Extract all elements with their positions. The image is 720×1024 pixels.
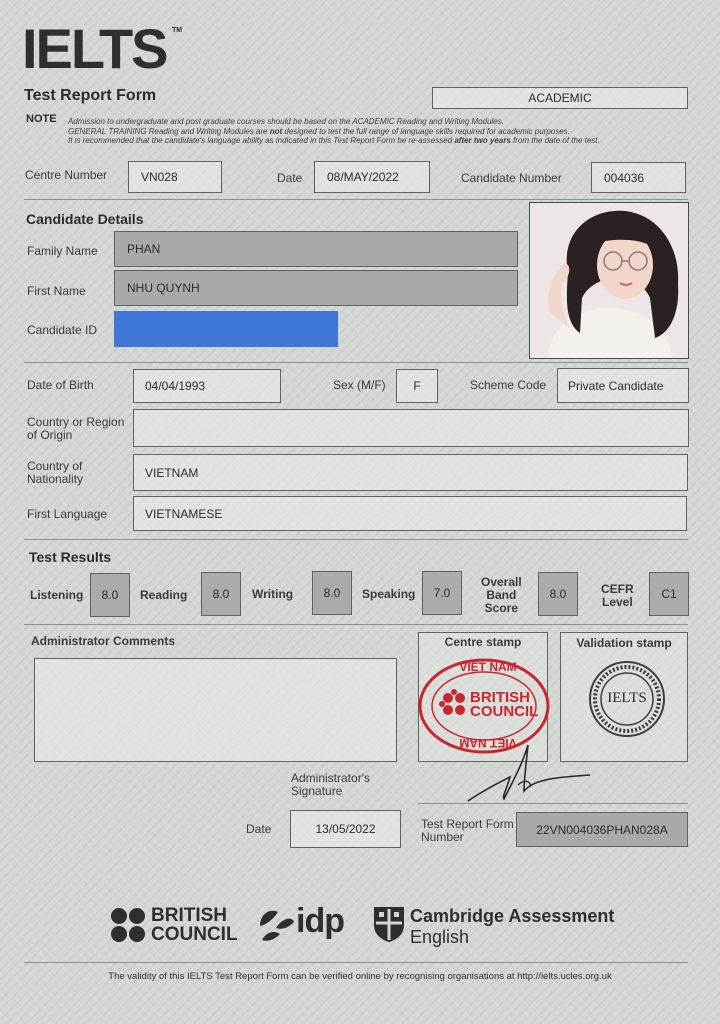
centre-stamp-label: Centre stamp: [444, 635, 522, 649]
scheme-code-label: Scheme Code: [470, 378, 547, 392]
candidate-number-field: 004036: [591, 162, 686, 193]
note-line-3: It is recommended that the candidate's l…: [68, 136, 698, 146]
module-field: ACADEMIC: [432, 87, 688, 109]
note-line-3a: It is recommended that the candidate's l…: [68, 136, 455, 145]
note-line-3b: after two years: [454, 136, 511, 145]
divider: [24, 539, 688, 540]
test-results-title: Test Results: [29, 549, 112, 565]
divider: [24, 624, 688, 625]
candidate-number-label: Candidate Number: [461, 171, 562, 185]
admin-date-field: 13/05/2022: [290, 810, 401, 848]
signature-label: Administrator's Signature: [291, 772, 370, 798]
admin-comments-label: Administrator Comments: [31, 634, 176, 648]
trademark: TM: [172, 27, 183, 34]
nationality-field: VIETNAM: [133, 454, 688, 491]
british-council-logo-icon: [109, 906, 147, 944]
date-label: Date: [277, 171, 303, 185]
cefr-label-line2: Level: [601, 595, 633, 609]
admin-comments-field: [34, 658, 397, 762]
centre-number-field: VN028: [128, 161, 222, 193]
trf-number-label: Test Report Form Number: [421, 818, 514, 844]
note-text: Admission to undergraduate and post grad…: [68, 117, 698, 146]
note-line-2: GENERAL TRAINING Reading and Writing Mod…: [68, 127, 698, 137]
speaking-score: 7.0: [422, 571, 462, 615]
family-name-field: PHAN: [114, 231, 518, 267]
scheme-code-field: Private Candidate: [557, 368, 689, 403]
signature-graphic: [467, 744, 591, 802]
nationality-label: Country of Nationality: [27, 460, 83, 486]
stamp-mid-line2: COUNCIL: [470, 703, 539, 720]
british-council-logo-text: BRITISH COUNCIL: [151, 906, 238, 944]
dob-field: 04/04/1993: [133, 369, 281, 403]
candidate-photo-image: [530, 203, 688, 358]
validation-stamp-label: Validation stamp: [576, 636, 672, 650]
country-origin-field: [133, 409, 689, 447]
overall-band-label: Overall Band Score: [481, 576, 522, 615]
first-name-label: First Name: [27, 284, 86, 298]
trf-label-line2: Number: [421, 830, 464, 844]
cambridge-shield-icon: [372, 905, 406, 943]
trf-number-field: 22VN004036PHAN028A: [516, 812, 688, 847]
divider: [24, 199, 688, 200]
administrator-signature: [462, 735, 602, 807]
note-line-2c: designed to test the full range of langu…: [282, 126, 570, 136]
test-report-form: IELTS TM Test Report Form ACADEMIC NOTE …: [0, 0, 720, 1024]
divider: [24, 362, 688, 363]
dob-label: Date of Birth: [27, 378, 94, 392]
candidate-details-title: Candidate Details: [26, 211, 144, 227]
cefr-level-label: CEFR Level: [601, 583, 634, 609]
nationality-label-line2: Nationality: [27, 472, 84, 486]
validation-stamp: IELTS: [588, 660, 666, 738]
bc-line2: COUNCIL: [151, 924, 238, 945]
listening-label: Listening: [30, 588, 84, 602]
writing-label: Writing: [252, 587, 294, 601]
cambridge-logo-text: Cambridge Assessment English: [410, 906, 614, 948]
family-name-label: Family Name: [27, 244, 98, 258]
overall-label-line3: Score: [484, 601, 519, 615]
reading-score: 8.0: [201, 572, 241, 616]
stamp-middle-text: BRITISH COUNCIL: [470, 690, 539, 720]
admin-date-label: Date: [246, 822, 272, 836]
first-name-field: NHU QUYNH: [114, 270, 518, 306]
bc-line1: BRITISH: [151, 905, 227, 926]
sex-label: Sex (M/F): [333, 378, 386, 392]
note-line-2a: GENERAL TRAINING Reading and Writing Mod…: [68, 126, 270, 136]
listening-score: 8.0: [90, 573, 130, 617]
writing-score: 8.0: [312, 571, 352, 615]
cambridge-line2: English: [410, 927, 470, 947]
note-line-3c: from the date of the test.: [510, 136, 600, 145]
candidate-photo: [529, 202, 689, 359]
idp-logo-text: idp: [296, 902, 345, 940]
idp-leaf-mark: [260, 910, 294, 941]
idp-logo-icon: [256, 906, 296, 944]
country-origin-label-line2: of Origin: [27, 428, 73, 442]
note-line-1: Admission to undergraduate and post grad…: [68, 117, 504, 126]
cambridge-line1: Cambridge Assessment: [410, 906, 615, 926]
cefr-score: C1: [649, 572, 689, 616]
speaking-label: Speaking: [362, 587, 416, 601]
note-label: NOTE: [26, 113, 57, 125]
ielts-logo: IELTS: [22, 17, 169, 80]
overall-score: 8.0: [538, 572, 578, 616]
centre-number-label: Centre Number: [25, 168, 108, 182]
candidate-id-label: Candidate ID: [27, 323, 98, 337]
reading-label: Reading: [140, 588, 188, 602]
first-language-field: VIETNAMESE: [133, 496, 687, 531]
signature-label-line2: Signature: [291, 784, 343, 798]
first-language-label: First Language: [27, 507, 108, 521]
british-council-dots: [111, 908, 145, 942]
form-title: Test Report Form: [24, 87, 157, 104]
country-origin-label: Country or Region of Origin: [27, 416, 124, 442]
candidate-id-redaction: [114, 311, 338, 347]
cambridge-shield: [374, 907, 404, 942]
validity-note: The validity of this IELTS Test Report F…: [108, 971, 612, 982]
validation-stamp-text: IELTS: [607, 690, 647, 706]
sex-field: F: [396, 369, 438, 403]
stamp-top-text: VIET NAM: [459, 660, 517, 674]
divider: [24, 962, 688, 963]
signature-line: [418, 803, 688, 804]
note-line-2b: not: [269, 126, 283, 136]
test-date-field: 08/MAY/2022: [314, 161, 430, 193]
